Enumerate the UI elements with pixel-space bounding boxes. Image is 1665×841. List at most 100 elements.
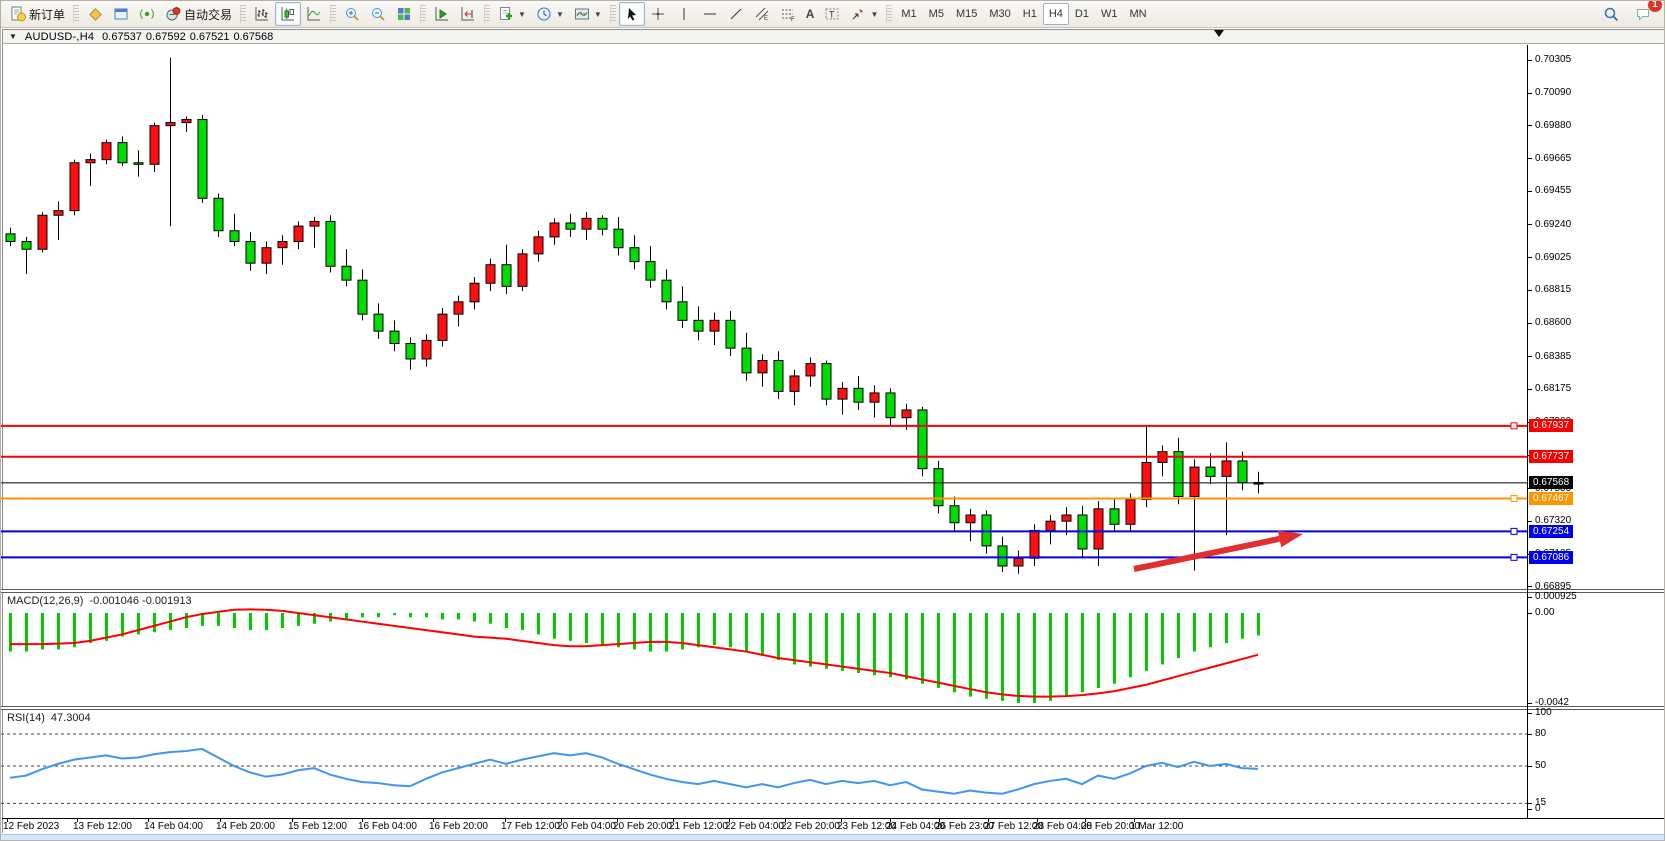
text-tool[interactable]: A bbox=[801, 2, 820, 26]
hline-handle-0.67467[interactable] bbox=[1511, 495, 1517, 501]
tf-m15[interactable]: M15 bbox=[950, 3, 983, 25]
axis-tick bbox=[1528, 703, 1532, 704]
tf-m30[interactable]: M30 bbox=[983, 3, 1016, 25]
axis-tick-label: 0.00 bbox=[1535, 607, 1554, 618]
axis-tick-label: 0.69025 bbox=[1535, 252, 1571, 263]
axis-tick bbox=[1528, 586, 1532, 587]
crosshair-tool[interactable] bbox=[645, 2, 671, 26]
chevron-down-icon[interactable]: ▼ bbox=[870, 10, 878, 19]
new-chart-button[interactable]: ▼ bbox=[493, 2, 531, 26]
trendline-tool[interactable] bbox=[723, 2, 749, 26]
vertical-line-tool[interactable] bbox=[671, 2, 697, 26]
auto-scroll-icon bbox=[434, 6, 450, 22]
axis-tick bbox=[1528, 224, 1532, 225]
periods-icon bbox=[536, 6, 552, 22]
tile-windows-button[interactable] bbox=[391, 2, 417, 26]
price-tag-0.67737: 0.67737 bbox=[1529, 450, 1573, 463]
chevron-down-icon[interactable]: ▼ bbox=[556, 10, 564, 19]
axis-tick bbox=[1528, 356, 1532, 357]
text-label-tool[interactable]: T bbox=[819, 2, 845, 26]
macd-pane[interactable] bbox=[1, 593, 1527, 706]
svg-text:E: E bbox=[764, 16, 768, 22]
signals-button[interactable] bbox=[134, 2, 160, 26]
pane-splitter-macd[interactable] bbox=[1, 589, 1665, 593]
chart-shift-marker[interactable] bbox=[1214, 30, 1224, 37]
time-axis-line bbox=[2, 818, 1665, 819]
search-button[interactable] bbox=[1598, 2, 1624, 26]
chart-profile-icon bbox=[87, 6, 103, 22]
time-label: 21 Feb 12:00 bbox=[669, 821, 728, 832]
channel-icon: E bbox=[754, 6, 770, 22]
time-label: 20 Feb 20:00 bbox=[613, 821, 672, 832]
toolbar-group-panels: 自动交易 bbox=[72, 2, 237, 26]
annotation-arrow-head[interactable] bbox=[1278, 531, 1303, 548]
horizontal-line-tool[interactable] bbox=[697, 2, 723, 26]
candles bbox=[6, 58, 1263, 574]
periods-button[interactable]: ▼ bbox=[531, 2, 569, 26]
zoom-in-button[interactable] bbox=[339, 2, 365, 26]
axis-tick-label: 100 bbox=[1535, 707, 1552, 718]
price-tag-0.67254: 0.67254 bbox=[1529, 525, 1573, 538]
chevron-down-icon[interactable]: ▼ bbox=[518, 10, 526, 19]
market-watch-icon bbox=[113, 6, 129, 22]
pane-splitter-rsi[interactable] bbox=[1, 706, 1665, 710]
axis-tick bbox=[1528, 597, 1532, 598]
main-chart-pane[interactable] bbox=[1, 45, 1527, 589]
svg-text:T: T bbox=[829, 10, 835, 20]
tf-m1[interactable]: M1 bbox=[895, 3, 922, 25]
tf-h1[interactable]: H1 bbox=[1017, 3, 1043, 25]
notification-badge: 1 bbox=[1648, 0, 1662, 12]
time-label: 22 Feb 20:00 bbox=[781, 821, 840, 832]
rsi-label: RSI(14)47.3004 bbox=[7, 712, 91, 724]
toolbar-group-draw-tools: E FAT ▼ bbox=[609, 2, 884, 26]
price-tag-0.67086: 0.67086 bbox=[1529, 551, 1573, 564]
arrows-tool[interactable]: ▼ bbox=[845, 2, 883, 26]
rsi-name: RSI(14) bbox=[7, 712, 45, 724]
axis-tick bbox=[1528, 809, 1532, 810]
candlestick-button[interactable] bbox=[275, 2, 301, 26]
tf-w1[interactable]: W1 bbox=[1095, 3, 1124, 25]
cursor-tool[interactable] bbox=[619, 2, 645, 26]
market-watch-button[interactable] bbox=[108, 2, 134, 26]
axis-tick bbox=[1528, 93, 1532, 94]
rsi-pane[interactable] bbox=[1, 710, 1527, 818]
new-order-button[interactable]: 新订单 bbox=[5, 2, 70, 26]
auto-scroll-button[interactable] bbox=[429, 2, 455, 26]
bar-chart-button[interactable] bbox=[249, 2, 275, 26]
toolbar-group-order: 新订单 bbox=[5, 2, 70, 26]
tf-h4[interactable]: H4 bbox=[1043, 3, 1069, 25]
tf-mn[interactable]: MN bbox=[1123, 3, 1152, 25]
chart-title-bar[interactable]: ▼ AUDUSD-,H4 0.675370.675920.675210.6756… bbox=[2, 29, 1665, 44]
annotation-arrow[interactable] bbox=[1134, 539, 1279, 569]
toolbar-group-chart-type bbox=[239, 2, 327, 26]
price-tag-0.67568: 0.67568 bbox=[1529, 476, 1573, 489]
line-chart-button[interactable] bbox=[301, 2, 327, 26]
time-label: 12 Feb 2023 bbox=[3, 821, 59, 832]
fibonacci-icon: F bbox=[780, 6, 796, 22]
zoom-out-icon bbox=[370, 6, 386, 22]
tf-d1[interactable]: D1 bbox=[1069, 3, 1095, 25]
zoom-out-button[interactable] bbox=[365, 2, 391, 26]
chat-button[interactable]: 1 bbox=[1630, 2, 1656, 26]
axis-tick bbox=[1528, 60, 1532, 61]
axis-tick-label: 0.68175 bbox=[1535, 383, 1571, 394]
time-label: 22 Feb 04:00 bbox=[725, 821, 784, 832]
axis-tick-label: 50 bbox=[1535, 760, 1546, 771]
auto-trading-button[interactable]: 自动交易 bbox=[160, 2, 237, 26]
time-label: 1 Mar 12:00 bbox=[1130, 821, 1183, 832]
axis-tick bbox=[1528, 803, 1532, 804]
collapse-icon[interactable]: ▼ bbox=[9, 32, 17, 41]
axis-tick-label: 0.70305 bbox=[1535, 54, 1571, 65]
chart-shift-button[interactable] bbox=[455, 2, 481, 26]
channel-tool[interactable]: E bbox=[749, 2, 775, 26]
hline-handle-0.67086[interactable] bbox=[1511, 554, 1517, 560]
bar-chart-icon bbox=[254, 6, 270, 22]
fibonacci-tool[interactable]: F bbox=[775, 2, 801, 26]
text-label-icon: T bbox=[824, 6, 840, 22]
hline-handle-0.67254[interactable] bbox=[1511, 528, 1517, 534]
tf-m5[interactable]: M5 bbox=[923, 3, 950, 25]
hline-handle-0.67937[interactable] bbox=[1511, 423, 1517, 429]
chart-profile-button[interactable] bbox=[82, 2, 108, 26]
chevron-down-icon[interactable]: ▼ bbox=[594, 10, 602, 19]
templates-button[interactable]: ▼ bbox=[569, 2, 607, 26]
